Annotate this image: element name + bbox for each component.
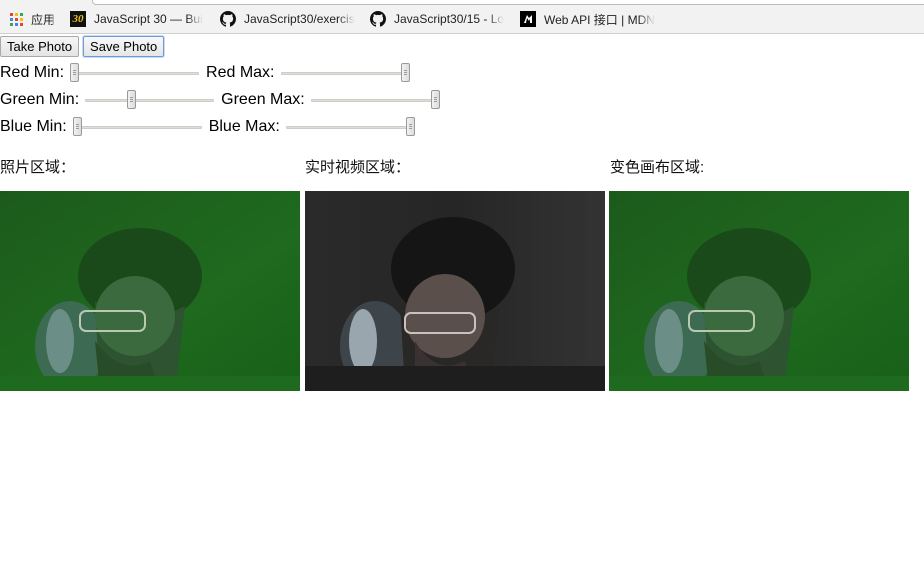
red-filter-row: Red Min: Red Max: (0, 62, 410, 84)
blue-min-label: Blue Min: (0, 118, 67, 135)
red-min-slider[interactable] (70, 62, 200, 84)
slider-track (70, 72, 200, 75)
bookmark-label: JavaScript30/15 - Lo (394, 12, 505, 26)
apps-icon (10, 12, 23, 26)
slider-track (280, 72, 410, 75)
bookmark-github-lesson15[interactable]: JavaScript30/15 - Lo (370, 9, 508, 29)
slider-track (285, 126, 415, 129)
bookmark-mdn[interactable]: Web API 接口 | MDN (520, 9, 656, 29)
slider-thumb[interactable] (127, 90, 137, 109)
bookmark-label: JavaScript30/exercis (244, 12, 355, 26)
slider-track (85, 99, 215, 102)
photo-area-label: 照片区域： (0, 159, 76, 176)
blue-max-label: Blue Max: (208, 118, 280, 135)
slider-thumb[interactable] (400, 63, 410, 82)
slider-thumb[interactable] (430, 90, 440, 109)
slider-thumb[interactable] (70, 63, 80, 82)
photo-image (0, 191, 300, 391)
canvas-area-label: 变色画布区域: (610, 159, 705, 176)
live-video (305, 191, 605, 391)
green-filter-row: Green Min: Green Max: (0, 89, 440, 111)
video-area-label: 实时视频区域： (305, 159, 411, 176)
blue-max-slider[interactable] (285, 116, 415, 138)
mdn-icon (520, 11, 536, 27)
green-min-label: Green Min: (0, 91, 80, 108)
green-min-slider[interactable] (85, 89, 215, 111)
bookmark-github-exercise[interactable]: JavaScript30/exercis (220, 9, 357, 29)
save-photo-button[interactable]: Save Photo (83, 35, 165, 57)
address-bar-edge (92, 0, 924, 5)
red-min-label: Red Min: (0, 64, 65, 81)
javascript30-icon: 30 (70, 11, 86, 27)
github-icon (370, 11, 386, 27)
bookmark-label: JavaScript 30 — Bui (94, 12, 203, 26)
slider-thumb[interactable] (405, 117, 415, 136)
green-max-slider[interactable] (310, 89, 440, 111)
bookmark-javascript30[interactable]: 30 JavaScript 30 — Bui (70, 9, 208, 29)
green-max-label: Green Max: (221, 91, 305, 108)
blue-filter-row: Blue Min: Blue Max: (0, 116, 415, 138)
bookmarks-bar: 应用 30 JavaScript 30 — Bui JavaScript30/e… (0, 0, 924, 34)
take-photo-button[interactable]: Take Photo (0, 35, 80, 57)
bookmark-apps[interactable]: 应用 (10, 9, 55, 29)
bookmark-label: Web API 接口 | MDN (544, 12, 655, 27)
slider-track (310, 99, 440, 102)
bookmark-label: 应用 (31, 12, 56, 27)
button-row: Take Photo Save Photo (0, 35, 165, 57)
red-max-slider[interactable] (280, 62, 410, 84)
filtered-canvas (609, 191, 909, 391)
red-max-label: Red Max: (206, 64, 275, 81)
slider-thumb[interactable] (72, 117, 82, 136)
slider-track (72, 126, 202, 129)
blue-min-slider[interactable] (72, 116, 202, 138)
github-icon (220, 11, 236, 27)
